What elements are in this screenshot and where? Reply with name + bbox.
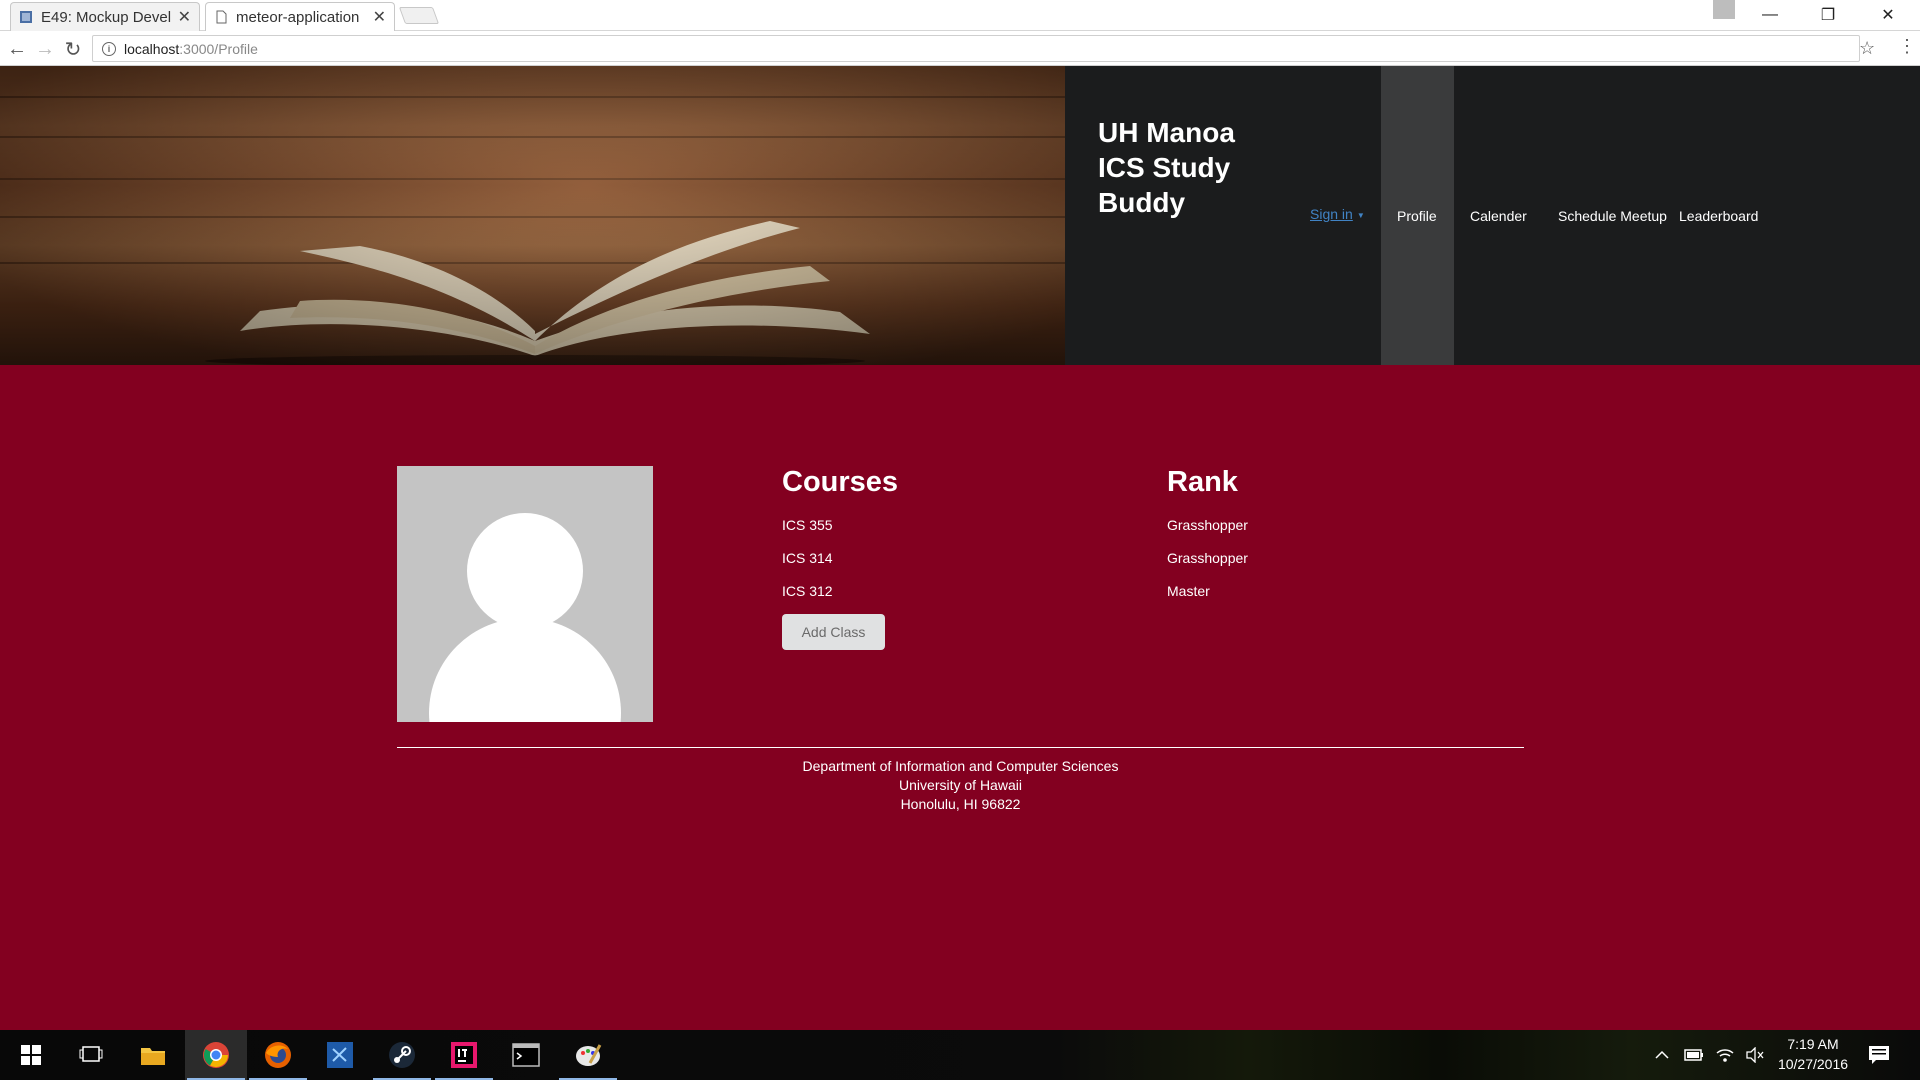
course-item: ICS 355: [782, 517, 833, 533]
address-bar[interactable]: i localhost:3000/Profile: [92, 35, 1860, 62]
rank-heading: Rank: [1167, 466, 1238, 498]
nav-calender[interactable]: Calender: [1454, 66, 1543, 365]
clock-time: 7:19 AM: [1787, 1036, 1839, 1052]
terminal-icon[interactable]: [495, 1030, 557, 1080]
steam-icon[interactable]: [371, 1030, 433, 1080]
paint-icon[interactable]: [557, 1030, 619, 1080]
task-view-icon[interactable]: [60, 1030, 122, 1080]
add-class-button[interactable]: Add Class: [782, 614, 885, 650]
tab-title: meteor-application: [236, 8, 360, 26]
system-clock[interactable]: 7:19 AM 10/27/2016: [1768, 1034, 1858, 1074]
new-tab-button[interactable]: [398, 7, 440, 24]
site-brand[interactable]: UH Manoa ICS Study Buddy: [1098, 115, 1268, 220]
courses-heading: Courses: [782, 466, 899, 498]
minimize-icon[interactable]: —: [1746, 0, 1794, 30]
profile-avatar-placeholder: [397, 466, 653, 722]
reload-icon[interactable]: ↻: [61, 37, 85, 61]
restore-icon[interactable]: ❐: [1804, 0, 1852, 30]
windows-taskbar: [0, 1030, 1920, 1080]
bookmark-star-icon[interactable]: ☆: [1859, 38, 1875, 59]
browser-tab-bar: E49: Mockup Devel ✕ meteor-application ✕…: [0, 0, 1920, 31]
close-icon[interactable]: ✕: [373, 7, 386, 27]
intellij-icon[interactable]: [433, 1030, 495, 1080]
footer-university: University of Hawaii: [899, 777, 1022, 793]
page-icon: [216, 10, 227, 24]
user-profile-icon[interactable]: [1713, 0, 1735, 19]
close-icon[interactable]: ✕: [178, 7, 191, 27]
browser-tab-2[interactable]: meteor-application ✕: [205, 2, 395, 31]
clock-date: 10/27/2016: [1777, 1056, 1849, 1072]
visual-studio-icon[interactable]: [309, 1030, 371, 1080]
nav-label: Profile: [1397, 207, 1437, 224]
url-host: localhost: [124, 40, 180, 57]
footer-department: Department of Information and Computer S…: [802, 758, 1119, 774]
volume-muted-icon[interactable]: [1745, 1030, 1765, 1080]
browser-menu-icon[interactable]: ⋮: [1898, 36, 1916, 57]
file-explorer-icon[interactable]: [122, 1030, 184, 1080]
nav-label: Calender: [1470, 207, 1527, 224]
top-navbar: UH Manoa ICS Study Buddy Sign in ▼ Profil…: [1065, 66, 1920, 365]
back-icon[interactable]: ←: [5, 37, 29, 61]
firefox-icon[interactable]: [247, 1030, 309, 1080]
footer-address: Honolulu, HI 96822: [900, 796, 1021, 812]
course-item: ICS 314: [782, 550, 833, 566]
sign-in-label: Sign in: [1310, 206, 1353, 222]
sign-in-dropdown[interactable]: Sign in ▼: [1310, 206, 1365, 222]
browser-tab-1[interactable]: E49: Mockup Devel ✕: [10, 2, 200, 31]
rank-item: Master: [1167, 583, 1210, 599]
tray-chevron-up-icon[interactable]: [1654, 1030, 1670, 1080]
forward-icon[interactable]: →: [33, 37, 57, 61]
nav-schedule-meetup[interactable]: Schedule Meetup: [1542, 66, 1683, 365]
avatar-head: [467, 513, 583, 629]
wifi-icon[interactable]: [1715, 1030, 1735, 1080]
info-icon[interactable]: i: [102, 41, 116, 56]
nav-label: Schedule Meetup: [1558, 207, 1667, 224]
battery-icon[interactable]: [1684, 1030, 1704, 1080]
nav-label: Leaderboard: [1679, 207, 1759, 224]
hero-vignette: [0, 66, 1065, 365]
chrome-icon[interactable]: [185, 1030, 247, 1080]
windows-start-icon[interactable]: [0, 1030, 62, 1080]
avatar-body: [429, 618, 621, 722]
document-icon: [20, 11, 32, 23]
action-center-icon[interactable]: [1868, 1030, 1890, 1080]
caret-down-icon: ▼: [1356, 210, 1365, 220]
url-path: :3000/Profile: [179, 40, 258, 57]
nav-profile[interactable]: Profile: [1381, 66, 1454, 365]
footer-divider: [397, 747, 1524, 748]
nav-leaderboard[interactable]: Leaderboard: [1663, 66, 1774, 365]
course-item: ICS 312: [782, 583, 833, 599]
tab-title: E49: Mockup Devel: [41, 8, 172, 26]
rank-item: Grasshopper: [1167, 550, 1248, 566]
rank-item: Grasshopper: [1167, 517, 1248, 533]
hero-book-image: [0, 66, 1065, 365]
browser-toolbar: ← → ↻ i localhost:3000/Profile: [0, 31, 1920, 66]
close-window-icon[interactable]: ✕: [1864, 0, 1912, 30]
